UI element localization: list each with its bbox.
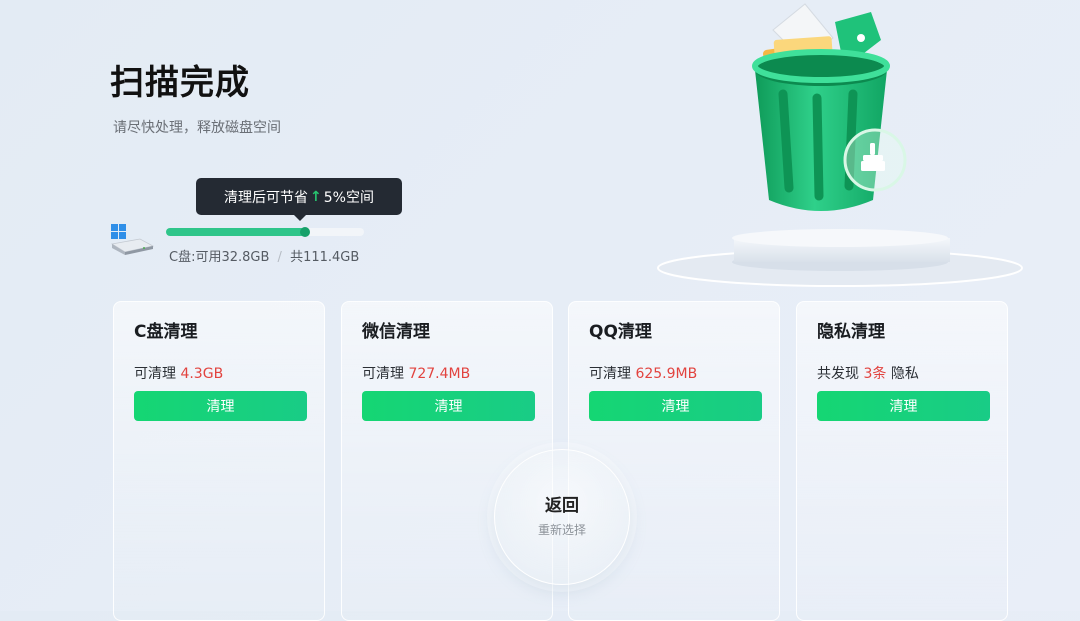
card-stat-suffix: 隐私 [886,366,919,382]
savings-tooltip: 清理后可节省 ↑ 5%空间 [196,178,402,221]
card-stat-value: 3条 [863,366,887,382]
card-stat-prefix: 共发现 [817,366,864,382]
page-title: 扫描完成 [110,63,250,103]
card-stat: 可清理 4.3GB [134,363,223,383]
trash-bin-icon [657,3,1023,287]
clean-c-drive-button[interactable]: 清理 [134,391,307,421]
clean-wechat-button[interactable]: 清理 [362,391,535,421]
page-subtitle: 请尽快处理，释放磁盘空间 [113,120,281,136]
disk-available: C盘:可用32.8GB [169,250,270,265]
arrow-up-icon: ↑ [310,188,322,205]
disk-total: 共111.4GB [290,250,360,265]
clean-qq-button[interactable]: 清理 [589,391,762,421]
card-stat: 可清理 727.4MB [362,363,470,383]
tooltip-value: 5%空间 [323,189,374,206]
clean-privacy-button[interactable]: 清理 [817,391,990,421]
disk-usage-fill [166,228,305,236]
card-title: C盘清理 [134,322,198,342]
card-stat-prefix: 可清理 [589,366,636,382]
card-stat-value: 4.3GB [180,366,224,382]
card-stat-prefix: 可清理 [134,366,181,382]
disk-usage-marker [300,227,310,237]
card-title: 隐私清理 [817,322,885,342]
card-stat-value: 625.9MB [635,366,698,382]
back-button-sublabel: 重新选择 [537,523,586,537]
card-stat: 可清理 625.9MB [589,363,697,383]
card-title: QQ清理 [589,322,652,342]
disk-separator: / [277,250,282,265]
back-button[interactable]: 返回 重新选择 [494,449,630,585]
card-stat-prefix: 可清理 [362,366,409,382]
back-button-label: 返回 [545,496,579,516]
card-stat-value: 727.4MB [408,366,471,382]
windows-drive-icon [110,224,154,255]
card-stat: 共发现 3条 隐私 [817,363,919,383]
disk-info: C盘:可用32.8GB / 共111.4GB [169,246,359,265]
card-title: 微信清理 [362,322,430,342]
card-c-drive: C盘清理 可清理 4.3GB 清理 [113,301,325,621]
tooltip-prefix: 清理后可节省 [224,189,309,206]
card-privacy: 隐私清理 共发现 3条 隐私 清理 [796,301,1008,621]
disk-usage-bar [166,227,364,237]
